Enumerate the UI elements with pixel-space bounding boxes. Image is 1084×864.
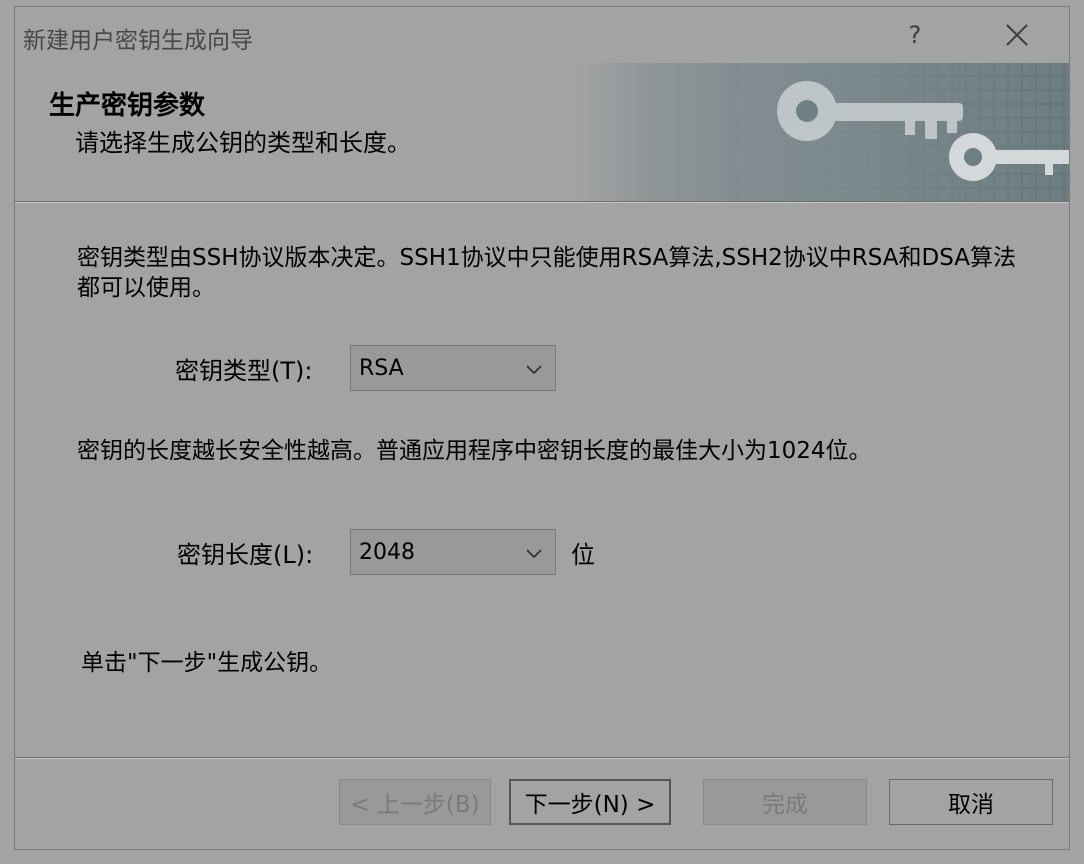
key-type-description: 密钥类型由SSH协议版本决定。SSH1协议中只能使用RSA算法,SSH2协议中R…: [77, 245, 1017, 301]
key-type-label: 密钥类型(T):: [175, 357, 313, 385]
instruction-text: 单击"下一步"生成公钥。: [81, 650, 333, 676]
title-bar: 新建用户密钥生成向导 ?: [15, 7, 1069, 63]
cancel-button[interactable]: 取消: [889, 779, 1053, 825]
header-title: 生产密钥参数: [49, 91, 206, 121]
header-subtitle: 请选择生成公钥的类型和长度。: [75, 129, 411, 157]
key-length-value: 2048: [359, 540, 415, 565]
footer-divider: [15, 757, 1069, 759]
key-type-value: RSA: [359, 356, 404, 381]
chevron-down-icon: [526, 365, 542, 375]
wizard-content: 密钥类型由SSH协议版本决定。SSH1协议中只能使用RSA算法,SSH2协议中R…: [15, 203, 1069, 755]
next-button[interactable]: 下一步(N) >: [509, 779, 671, 825]
key-length-unit: 位: [571, 541, 595, 569]
close-icon: [1006, 24, 1028, 46]
wizard-header: 生产密钥参数 请选择生成公钥的类型和长度。: [15, 63, 1069, 201]
key-generation-wizard-dialog: 新建用户密钥生成向导 ? 生产密钥参数 请选择生成公钥的类型和长度。 密钥类型由…: [14, 6, 1070, 850]
chevron-down-icon: [526, 549, 542, 559]
close-button[interactable]: [989, 13, 1045, 57]
finish-button[interactable]: 完成: [703, 779, 867, 825]
key-type-dropdown[interactable]: RSA: [350, 345, 556, 391]
key-icon: [575, 63, 1069, 201]
help-button[interactable]: ?: [887, 13, 943, 57]
key-length-label: 密钥长度(L):: [177, 541, 314, 569]
key-length-description: 密钥的长度越长安全性越高。普通应用程序中密钥长度的最佳大小为1024位。: [77, 438, 872, 464]
back-button[interactable]: < 上一步(B): [339, 779, 491, 825]
key-length-dropdown[interactable]: 2048: [350, 529, 556, 575]
window-title: 新建用户密钥生成向导: [23, 28, 253, 54]
